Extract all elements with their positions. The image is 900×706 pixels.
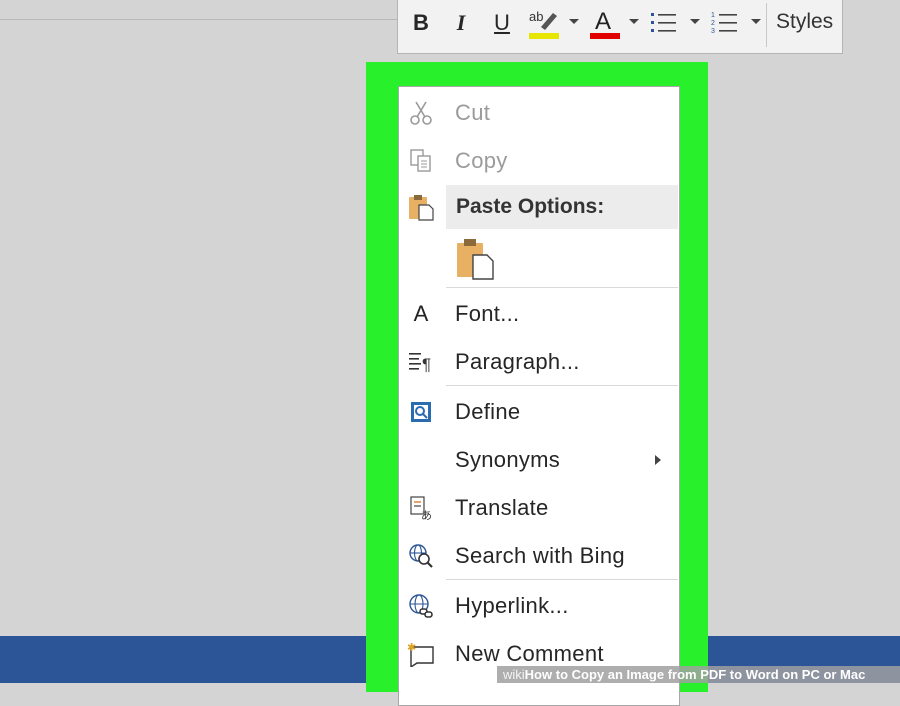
submenu-arrow-icon — [655, 455, 661, 465]
paste-icon — [457, 239, 494, 280]
menu-label-define: Define — [455, 399, 521, 424]
new-comment-icon: ✱ — [407, 640, 435, 668]
font-color-dropdown-caret[interactable] — [629, 19, 639, 24]
hyperlink-icon — [407, 592, 435, 620]
font-icon-glyph: A — [413, 301, 429, 326]
highlight-color-button[interactable]: ab — [526, 0, 562, 49]
paste-options-icon — [407, 193, 435, 221]
translate-icon: あ — [407, 494, 435, 522]
menu-label-paragraph: Paragraph... — [455, 349, 580, 374]
menu-label-font: Font... — [455, 301, 520, 326]
menu-item-cut[interactable]: Cut — [399, 91, 679, 135]
bullet-list-icon — [651, 13, 676, 32]
svg-text:2: 2 — [711, 20, 715, 27]
menu-label-translate: Translate — [455, 495, 549, 520]
menu-label-hyperlink: Hyperlink... — [455, 593, 569, 618]
menu-item-hyperlink[interactable]: Hyperlink... — [399, 584, 679, 628]
menu-item-paragraph[interactable]: ¶ Paragraph... — [399, 340, 679, 384]
bullets-dropdown-caret[interactable] — [690, 19, 700, 24]
define-book-icon — [407, 398, 435, 426]
menu-item-translate[interactable]: あ Translate — [399, 486, 679, 530]
menu-label-synonyms: Synonyms — [455, 447, 561, 472]
svg-text:3: 3 — [711, 28, 715, 35]
menu-separator — [446, 287, 678, 288]
wikihow-credit-banner: wikiHow to Copy an Image from PDF to Wor… — [497, 666, 900, 683]
highlighter-icon: ab — [529, 9, 559, 39]
context-menu: Cut Copy Paste Options: A Font... ¶ Para… — [398, 86, 680, 706]
svg-text:あ: あ — [421, 509, 432, 521]
paste-keep-source-button[interactable] — [455, 237, 499, 281]
menu-item-search-bing[interactable]: Search with Bing — [399, 534, 679, 578]
menu-label-copy: Copy — [455, 148, 508, 173]
toolbar-divider — [766, 3, 767, 47]
numbering-button[interactable]: 1 2 3 — [710, 0, 740, 49]
svg-text:✱: ✱ — [407, 642, 416, 654]
credit-how: How — [524, 667, 553, 682]
svg-text:1: 1 — [711, 12, 715, 19]
bold-button[interactable]: B — [408, 0, 434, 49]
paste-options-label: Paste Options: — [456, 195, 605, 218]
font-color-icon: A — [590, 8, 620, 39]
scissors-icon — [407, 99, 435, 127]
menu-item-define[interactable]: Define — [399, 390, 679, 434]
credit-wiki: wiki — [503, 667, 525, 682]
credit-title: to Copy an Image from PDF to Word on PC … — [552, 667, 866, 682]
paragraph-icon: ¶ — [407, 348, 435, 376]
menu-label-cut: Cut — [455, 100, 491, 125]
font-icon: A — [407, 300, 435, 328]
menu-item-synonyms[interactable]: Synonyms — [399, 438, 679, 482]
styles-button[interactable]: Styles — [776, 0, 833, 47]
font-color-glyph: A — [595, 8, 611, 35]
numbered-list-icon: 1 2 3 — [711, 12, 737, 35]
menu-item-font[interactable]: A Font... — [399, 292, 679, 336]
mini-toolbar: B I U ab A 1 2 3 Styles — [397, 0, 843, 54]
underline-button[interactable]: U — [488, 0, 516, 49]
numbering-dropdown-caret[interactable] — [751, 19, 761, 24]
paste-options-header: Paste Options: — [446, 185, 678, 229]
italic-button[interactable]: I — [448, 0, 474, 49]
font-color-button[interactable]: A — [588, 0, 622, 49]
menu-label-search-bing: Search with Bing — [455, 543, 625, 568]
svg-text:¶: ¶ — [422, 355, 431, 374]
menu-item-copy[interactable]: Copy — [399, 139, 679, 183]
copy-icon — [407, 147, 435, 175]
highlight-dropdown-caret[interactable] — [569, 19, 579, 24]
document-page-edge — [0, 19, 397, 20]
menu-separator — [446, 385, 678, 386]
highlight-glyph: ab — [529, 9, 543, 24]
bullets-button[interactable] — [649, 0, 679, 49]
menu-separator — [446, 579, 678, 580]
search-globe-icon — [407, 542, 435, 570]
